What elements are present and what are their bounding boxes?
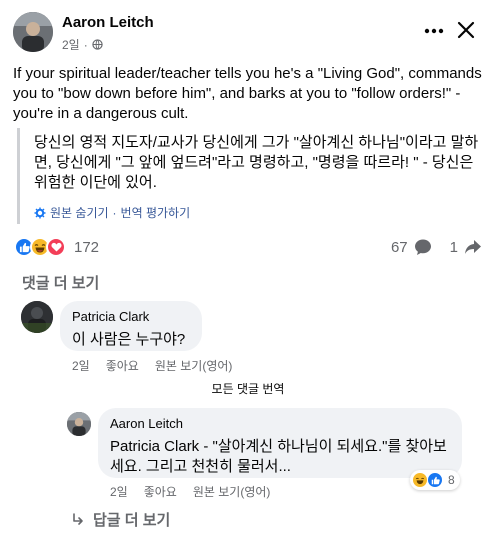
translation-block: 당신의 영적 지도자/교사가 당신에게 그가 "살아계신 하나님"이라고 말하면… (17, 128, 485, 224)
post-meta: 2일 · (62, 36, 103, 53)
share-count[interactable]: 1 (450, 239, 458, 256)
translated-text: 당신의 영적 지도자/교사가 당신에게 그가 "살아계신 하나님"이라고 말하면… (34, 134, 479, 191)
post-header: Aaron Leitch 2일 · (13, 12, 483, 52)
reaction-count[interactable]: 172 (74, 239, 99, 256)
reply-bubble: Aaron Leitch Patricia Clark - "살아계신 하나님이… (98, 408, 462, 478)
globe-icon (92, 39, 103, 50)
reply-like-button[interactable]: 좋아요 (144, 483, 177, 500)
reply-see-original-link[interactable]: 원본 보기(영어) (193, 483, 271, 500)
reply-text: Patricia Clark - "살아계신 하나님이 되세요."를 찾아보세요… (110, 438, 447, 475)
comment-author[interactable]: Patricia Clark (72, 309, 190, 324)
reply-time[interactable]: 2일 (110, 483, 128, 500)
settings-icon[interactable] (34, 207, 46, 219)
reply-reaction-badge[interactable]: 8 (410, 470, 460, 490)
share-icon[interactable] (464, 238, 482, 256)
more-replies-label[interactable]: 답글 더 보기 (93, 509, 170, 530)
post-time[interactable]: 2일 (62, 36, 80, 53)
comment-icon[interactable] (414, 238, 432, 256)
reply-arrow-icon (73, 512, 83, 525)
rate-translation-link[interactable]: 번역 평가하기 (121, 204, 191, 221)
haha-icon (412, 472, 428, 488)
view-more-comments[interactable]: 댓글 더 보기 (22, 272, 99, 293)
post-stats: 67 1 (391, 236, 482, 258)
close-icon[interactable] (453, 17, 479, 43)
comment-text: 이 사람은 누구야? (72, 331, 186, 348)
link-separator: · (112, 205, 117, 220)
love-icon (46, 237, 66, 257)
translate-all-comments[interactable]: 모든 댓글 번역 (0, 380, 496, 397)
comment-like-button[interactable]: 좋아요 (106, 357, 139, 374)
commenter-avatar[interactable] (21, 301, 53, 333)
comment-bubble: Patricia Clark 이 사람은 누구야? (60, 301, 202, 351)
reply-author-avatar[interactable] (67, 412, 91, 436)
reply-actions: 2일 좋아요 원본 보기(영어) (110, 483, 270, 500)
reaction-summary[interactable]: 172 (14, 236, 99, 258)
comment-count[interactable]: 67 (391, 239, 408, 256)
see-original-link[interactable]: 원본 보기(영어) (155, 357, 233, 374)
like-icon (427, 472, 443, 488)
comment-actions: 2일 좋아요 원본 보기(영어) (72, 357, 232, 374)
author-avatar[interactable] (13, 12, 53, 52)
hide-original-link[interactable]: 원본 숨기기 (50, 204, 109, 221)
translation-links: 원본 숨기기 · 번역 평가하기 (34, 204, 190, 221)
more-options-icon[interactable] (421, 20, 447, 42)
view-more-replies[interactable]: 답글 더 보기 (71, 509, 170, 530)
reply-author[interactable]: Aaron Leitch (110, 416, 450, 431)
post-body: If your spiritual leader/teacher tells y… (13, 65, 482, 122)
comment-time[interactable]: 2일 (72, 357, 90, 374)
reply-reaction-count: 8 (448, 473, 455, 487)
post-author-name[interactable]: Aaron Leitch (62, 14, 154, 31)
